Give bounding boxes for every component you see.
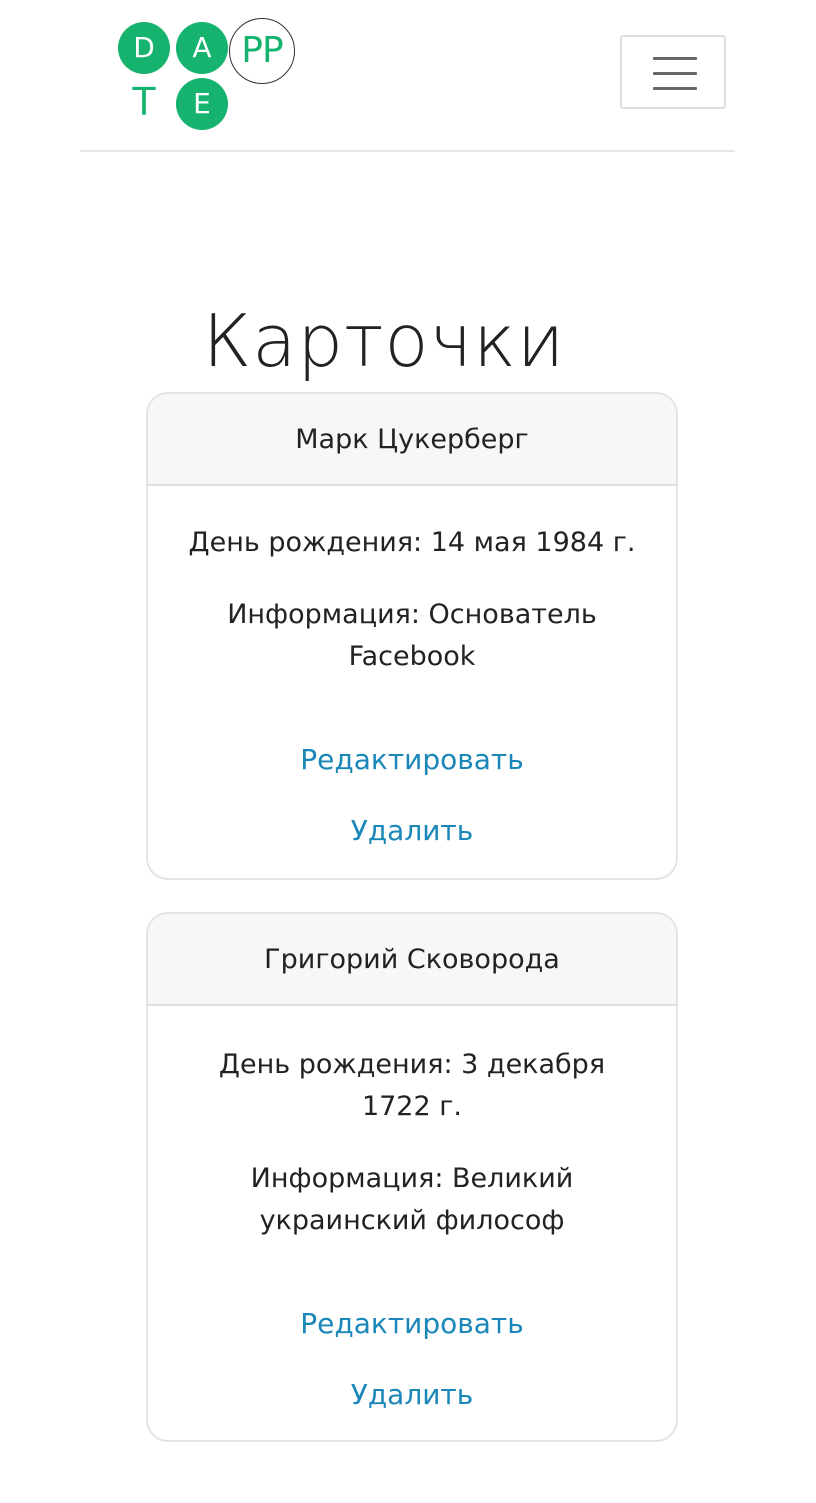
delete-link[interactable]: Удалить — [148, 811, 676, 851]
page: D A PP T E Карточки Марк Цукерберг День … — [0, 0, 816, 1503]
page-title: Карточки — [202, 299, 566, 384]
card: Григорий Сковорода День рождения: 3 дека… — [146, 912, 678, 1442]
logo-letter-t: T — [132, 80, 156, 124]
edit-link[interactable]: Редактировать — [148, 740, 676, 780]
card-name: Григорий Сковорода — [264, 943, 560, 975]
card-body: День рождения: 3 декабря 1722 г. Информа… — [148, 1044, 676, 1415]
card-body: День рождения: 14 мая 1984 г. Информация… — [148, 522, 676, 851]
card-info: Информация: Основатель Facebook — [227, 599, 597, 672]
hamburger-menu-icon — [653, 57, 697, 60]
hamburger-menu-icon — [653, 72, 697, 75]
card-header: Григорий Сковорода — [148, 914, 676, 1006]
card-info: Информация: Великий украинский философ — [250, 1163, 574, 1236]
card-birthday: День рождения: 14 мая 1984 г. — [188, 527, 636, 558]
hamburger-menu-icon — [653, 87, 697, 90]
card-header: Марк Цукерберг — [148, 394, 676, 486]
card-name: Марк Цукерберг — [295, 423, 529, 455]
dateapp-logo[interactable]: D A PP T E — [118, 16, 298, 134]
logo-letter-a: A — [176, 22, 228, 74]
card: Марк Цукерберг День рождения: 14 мая 198… — [146, 392, 678, 880]
logo-letter-d: D — [118, 22, 170, 74]
logo-letter-e: E — [176, 78, 228, 130]
edit-link[interactable]: Редактировать — [148, 1304, 676, 1344]
navbar: D A PP T E — [80, 0, 735, 152]
logo-letters-pp: PP — [229, 18, 295, 84]
card-birthday: День рождения: 3 декабря 1722 г. — [218, 1049, 606, 1122]
hamburger-menu-button[interactable] — [620, 35, 726, 109]
delete-link[interactable]: Удалить — [148, 1375, 676, 1415]
